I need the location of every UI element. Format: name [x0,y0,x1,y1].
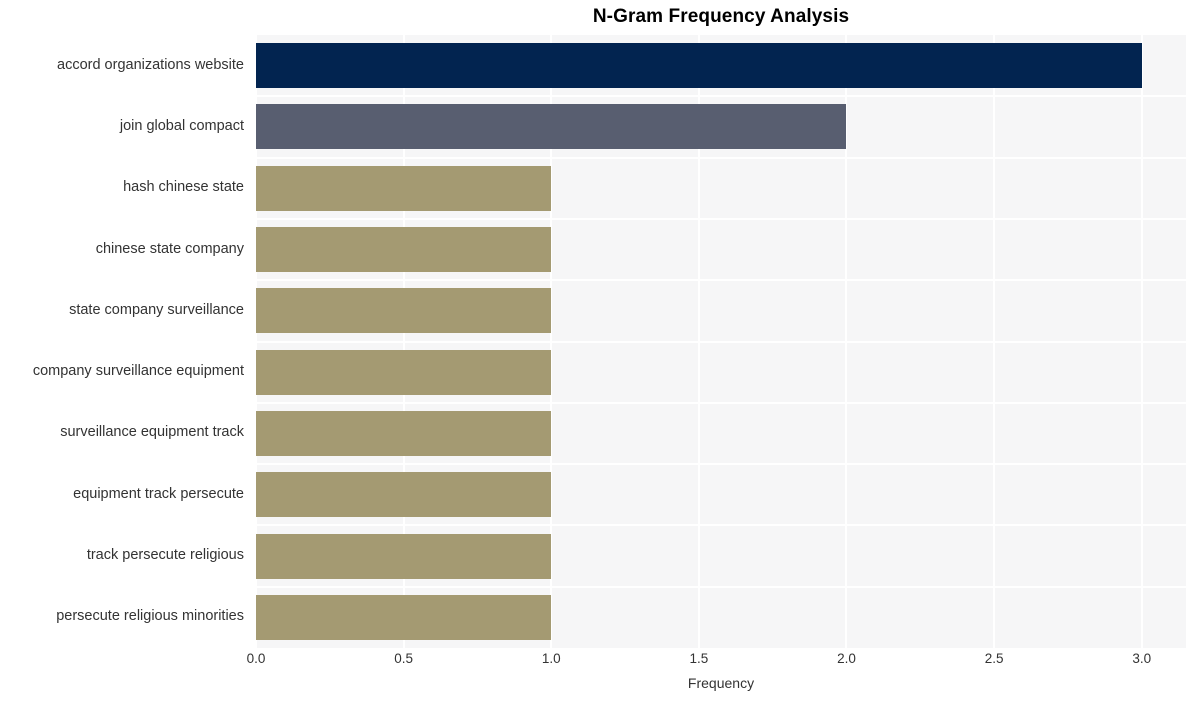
x-axis-tick-label: 1.5 [689,651,709,666]
gridline-horizontal [256,156,1186,159]
bar [256,594,552,640]
bar [256,165,552,211]
gridline-horizontal [256,217,1186,220]
plot-area [256,35,1186,648]
y-axis-tick-label: persecute religious minorities [56,608,244,625]
gridline-horizontal [256,585,1186,588]
x-axis-tick-label: 2.5 [984,651,1004,666]
gridline-horizontal [256,340,1186,343]
y-axis-labels: accord organizations website join global … [0,35,250,648]
gridline-horizontal [256,524,1186,527]
y-axis-tick-label: state company surveillance [69,301,244,318]
gridline-horizontal [256,401,1186,404]
y-axis-tick-label: surveillance equipment track [60,424,244,441]
y-axis-tick-label: join global compact [119,117,244,134]
x-axis-tick-label: 0.5 [394,651,413,666]
gridline-horizontal [256,279,1186,282]
x-axis-tick-label: 0.0 [246,651,266,666]
bar [256,43,1142,89]
x-axis-tick-label: 2.0 [837,651,856,666]
x-axis-tick-labels: 0.0 0.5 1.0 1.5 2.0 2.5 3.0 [247,651,1186,672]
y-axis-tick-label: chinese state company [95,240,244,257]
x-axis-tick-label: 1.0 [541,651,561,666]
y-axis-tick-label: track persecute religious [86,547,244,564]
bar [256,349,552,395]
bar [256,410,552,456]
y-axis-tick-label: company surveillance equipment [32,363,244,380]
chart-figure: N-Gram Frequency Analysis accord organiz… [0,0,1197,701]
bar [256,227,552,273]
x-axis-title: Frequency [687,675,755,691]
bar [256,288,552,334]
gridline-horizontal [256,95,1186,98]
y-axis-tick-label: accord organizations website [57,56,244,73]
y-axis-tick-label: equipment track persecute [73,485,244,502]
bar [256,104,847,150]
x-axis-tick-label: 3.0 [1132,651,1152,666]
bar [256,533,552,579]
bar [256,472,552,518]
y-axis-tick-label: hash chinese state [123,179,244,196]
chart-title: N-Gram Frequency Analysis [592,6,850,27]
gridline-horizontal [256,463,1186,466]
